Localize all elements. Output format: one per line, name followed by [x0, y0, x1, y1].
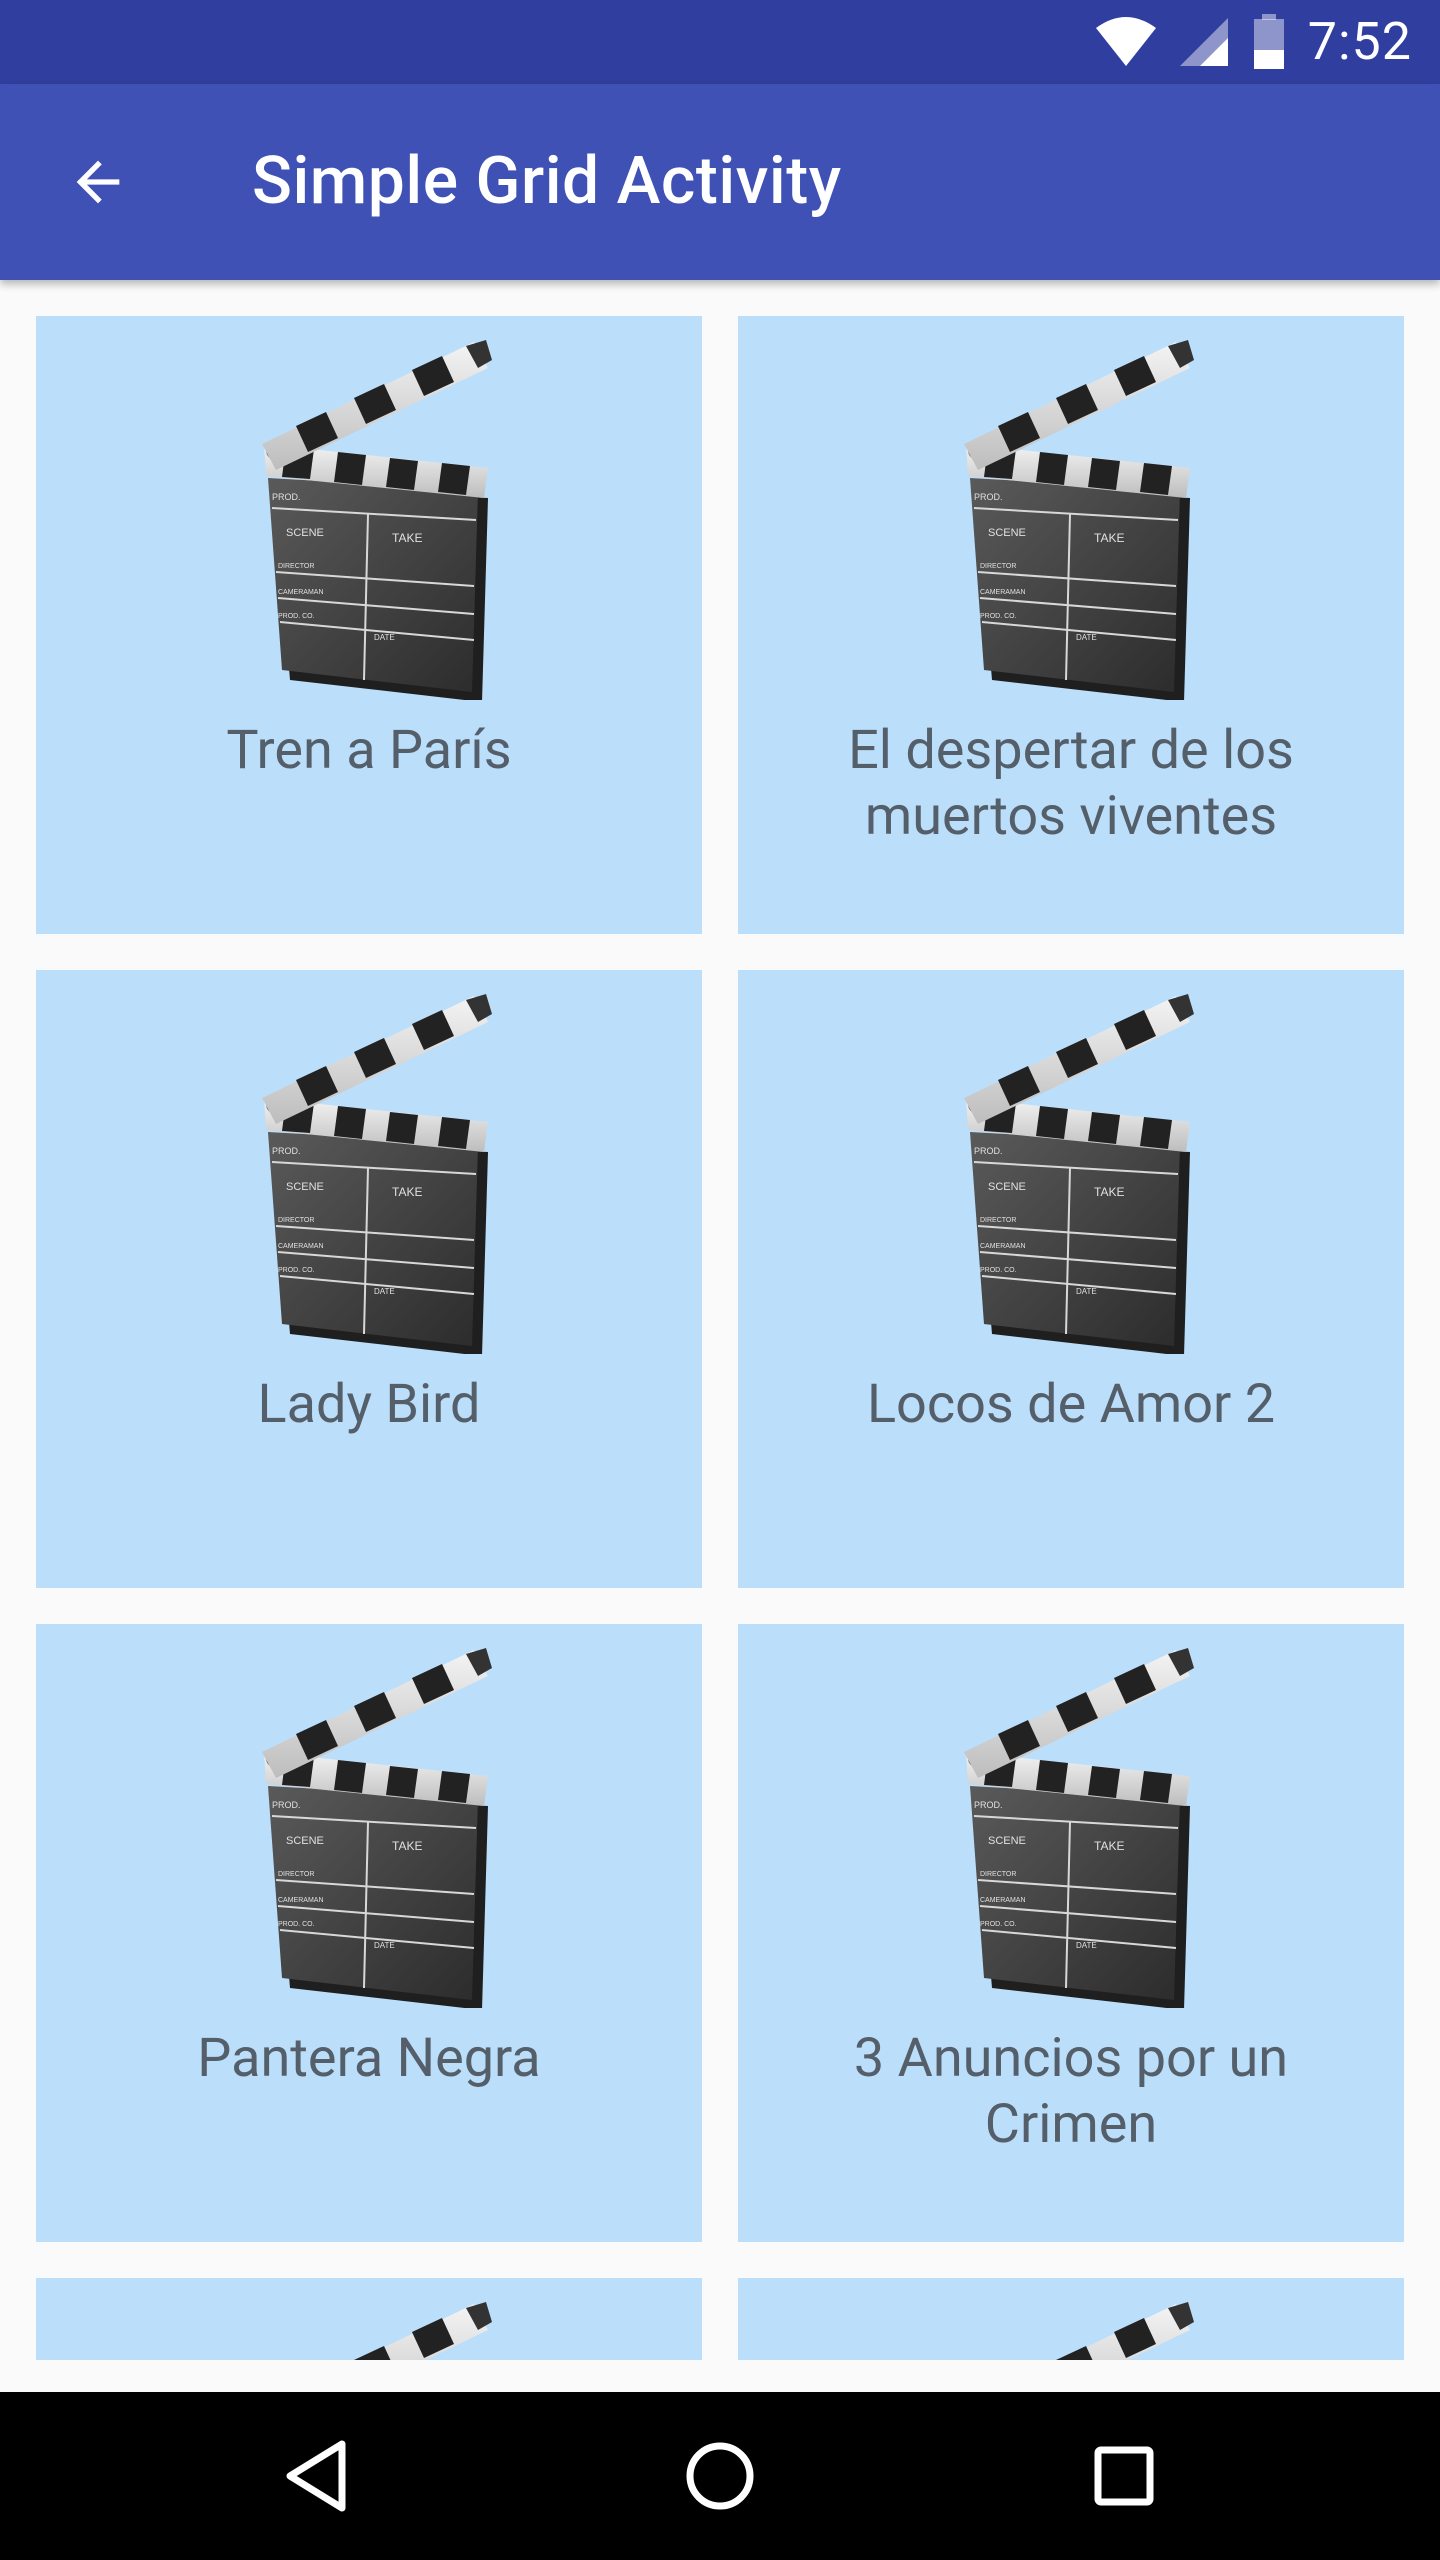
home-circle-icon: [686, 2442, 754, 2510]
movie-grid: Tren a París El despertar de los muertos…: [36, 316, 1404, 2360]
wifi-icon: [1095, 17, 1156, 66]
clapperboard-icon: [256, 2302, 496, 2360]
status-bar: 7:52: [0, 0, 1440, 84]
back-triangle-icon: [286, 2440, 346, 2512]
movie-grid-container[interactable]: Tren a París El despertar de los muertos…: [0, 280, 1440, 2392]
status-icons: 7:52: [1094, 0, 1412, 84]
movie-tile[interactable]: Tren a París: [36, 316, 702, 934]
movie-tile[interactable]: Locos de Amor 2: [738, 970, 1404, 1588]
movie-tile[interactable]: Lady Bird: [36, 970, 702, 1588]
page-title: Simple Grid Activity: [252, 143, 842, 220]
movie-tile-partial[interactable]: [738, 2278, 1404, 2360]
clapperboard-icon: [958, 994, 1198, 1354]
nav-back-button[interactable]: [232, 2392, 400, 2560]
nav-home-button[interactable]: [636, 2392, 804, 2560]
recents-square-icon: [1094, 2446, 1154, 2506]
movie-tile-partial[interactable]: [36, 2278, 702, 2360]
clapperboard-icon: [256, 340, 496, 700]
movie-title: Locos de Amor 2: [866, 1373, 1276, 1436]
nav-recents-button[interactable]: [1040, 2392, 1208, 2560]
clapperboard-icon: [256, 994, 496, 1354]
movie-title: El despertar de los muertos viventes: [848, 719, 1294, 848]
movie-tile[interactable]: El despertar de los muertos viventes: [738, 316, 1404, 934]
movie-tile[interactable]: 3 Anuncios por un Crimen: [738, 1624, 1404, 2242]
battery-icon: [1253, 14, 1284, 69]
movie-title: Pantera Negra: [197, 2027, 541, 2090]
movie-title: 3 Anuncios por un Crimen: [853, 2027, 1289, 2156]
clapperboard-icon: [958, 1648, 1198, 2008]
app-bar: Simple Grid Activity: [0, 84, 1440, 280]
clapperboard-icon: [256, 1648, 496, 2008]
status-time: 7:52: [1307, 11, 1412, 72]
movie-tile[interactable]: Pantera Negra: [36, 1624, 702, 2242]
cell-signal-icon: [1179, 18, 1228, 66]
arrow-back-icon: [76, 160, 120, 204]
movie-title: Lady Bird: [257, 1373, 481, 1436]
navigation-bar: [0, 2392, 1440, 2560]
clapperboard-icon: [958, 2302, 1198, 2360]
clapperboard-icon: [958, 340, 1198, 700]
movie-title: Tren a París: [226, 719, 512, 782]
back-button[interactable]: [50, 134, 146, 230]
